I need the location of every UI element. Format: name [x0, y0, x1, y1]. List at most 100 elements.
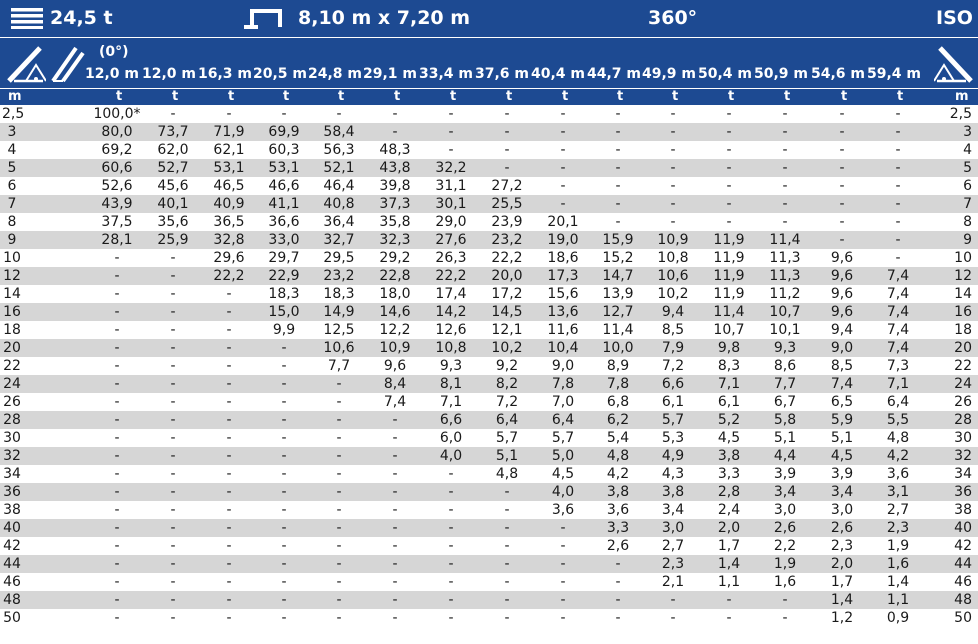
load-cell: 7,4: [886, 304, 910, 320]
load-cell: 11,3: [769, 250, 801, 266]
boom-length-label: 59,4 m: [866, 66, 922, 82]
boom-length-label: 33,4 m: [418, 66, 474, 82]
load-cell: 15,0: [268, 304, 300, 320]
radius-label: 28: [3, 412, 21, 428]
load-cell: 10,9: [379, 340, 411, 356]
load-cell: 7,2: [661, 358, 685, 374]
load-cell: -: [839, 160, 845, 176]
load-unit: t: [841, 89, 848, 104]
table-row: 34 - - - - - - - 4,8 4,5 4,2 4,3 3,3 3,9 3,9 3,6 34: [0, 465, 978, 483]
table-row: 26 - - - - - 7,4 7,1 7,2 7,0 6,8 6,1 6,1 6,7 6,5 6,4 26: [0, 393, 978, 411]
load-cell: 36,4: [323, 214, 355, 230]
radius-label: 24: [3, 376, 21, 392]
load-cell: 30,1: [435, 196, 467, 212]
radius-label: 8: [7, 214, 17, 230]
load-cell: -: [504, 610, 510, 626]
radius-label-right: 9: [963, 232, 972, 248]
load-cell: 2,6: [606, 538, 630, 554]
radius-label-right: 32: [954, 448, 972, 464]
load-cell: 7,0: [551, 394, 575, 410]
table-row: 32 - - - - - - 4,0 5,1 5,0 4,8 4,9 3,8 4,4 4,5 4,2 32: [0, 447, 978, 465]
load-cell: 7,4: [830, 376, 854, 392]
load-cell: -: [226, 286, 232, 302]
load-cell: -: [170, 304, 176, 320]
boom-length-label: 49,9 m: [641, 66, 697, 82]
load-cell: -: [114, 250, 120, 266]
radius-label: 12: [3, 268, 21, 284]
table-row: 20 - - - - 10,6 10,9 10,8 10,2 10,4 10,0 7,9 9,8 9,3 9…: [0, 339, 978, 357]
load-cell: 29,5: [323, 250, 355, 266]
load-cell: 5,7: [495, 430, 519, 446]
load-cell: 1,9: [773, 556, 797, 572]
load-cell: -: [726, 196, 732, 212]
load-cell: -: [336, 394, 342, 410]
load-cell: -: [226, 466, 232, 482]
load-cell: -: [170, 268, 176, 284]
load-cell: 60,3: [268, 142, 300, 158]
load-cell: 27,6: [435, 232, 467, 248]
load-cell: -: [726, 178, 732, 194]
load-cell: 23,2: [491, 232, 523, 248]
load-cell: 3,6: [886, 466, 910, 482]
radius-label: 7: [7, 196, 17, 212]
load-cell: -: [839, 232, 845, 248]
load-cell: -: [504, 538, 510, 554]
load-cell: 14,5: [491, 304, 523, 320]
load-cell: 46,6: [268, 178, 300, 194]
load-cell: 5,9: [830, 412, 854, 428]
load-cell: -: [839, 106, 845, 122]
load-cell: -: [281, 538, 287, 554]
load-cell: -: [114, 610, 120, 626]
load-cell: 39,8: [379, 178, 411, 194]
load-cell: -: [504, 484, 510, 500]
load-cell: -: [448, 502, 454, 518]
radius-label-right: 42: [954, 538, 972, 554]
load-cell: 11,4: [602, 322, 634, 338]
load-cell: 17,3: [547, 268, 579, 284]
load-cell: -: [615, 556, 621, 572]
load-cell: 20,0: [491, 268, 523, 284]
radius-label-right: 3: [963, 124, 972, 140]
table-row: 18 - - - 9,9 12,5 12,2 12,6 12,1 11,6 11,4 8,5 10,7 1…: [0, 321, 978, 339]
load-cell: -: [114, 466, 120, 482]
load-cell: 9,4: [830, 322, 854, 338]
load-cell: -: [170, 448, 176, 464]
load-cell: -: [170, 376, 176, 392]
load-unit: t: [506, 89, 513, 104]
radius-label: 4: [7, 142, 17, 158]
load-cell: -: [226, 340, 232, 356]
load-cell: -: [560, 142, 566, 158]
load-cell: 2,7: [661, 538, 685, 554]
load-cell: 37,5: [101, 214, 133, 230]
load-cell: 3,1: [886, 484, 910, 500]
load-cell: 3,6: [551, 502, 575, 518]
radius-label-right: 14: [954, 286, 972, 302]
table-row: 46 - - - - - - - - - - 2,1 1,1 1,6 1,7 1,4 46: [0, 573, 978, 591]
load-cell: -: [226, 304, 232, 320]
table-row: 14 - - - 18,3 18,3 18,0 17,4 17,2 15,6 13,9 10,2 11,…: [0, 285, 978, 303]
load-cell: 6,8: [606, 394, 630, 410]
load-cell: 3,9: [830, 466, 854, 482]
load-cell: 41,1: [268, 196, 300, 212]
load-cell: -: [392, 556, 398, 572]
load-cell: -: [726, 592, 732, 608]
load-cell: -: [170, 106, 176, 122]
load-cell: -: [170, 430, 176, 446]
load-cell: -: [281, 592, 287, 608]
load-unit: t: [394, 89, 401, 104]
load-cell: -: [615, 610, 621, 626]
radius-label: 42: [3, 538, 21, 554]
load-cell: 100,0*: [93, 106, 141, 122]
radius-label-right: 36: [954, 484, 972, 500]
load-cell: 7,2: [495, 394, 519, 410]
load-cell: 10,9: [657, 232, 689, 248]
load-cell: -: [670, 196, 676, 212]
load-cell: -: [504, 574, 510, 590]
radius-label-right: 20: [954, 340, 972, 356]
load-cell: 11,9: [713, 268, 745, 284]
load-cell: 23,2: [323, 268, 355, 284]
load-cell: -: [170, 412, 176, 428]
load-cell: -: [726, 124, 732, 140]
load-cell: 9,6: [383, 358, 407, 374]
table-row: 36 - - - - - - - - 4,0 3,8 3,8 2,8 3,4 3,4 3,1 36: [0, 483, 978, 501]
